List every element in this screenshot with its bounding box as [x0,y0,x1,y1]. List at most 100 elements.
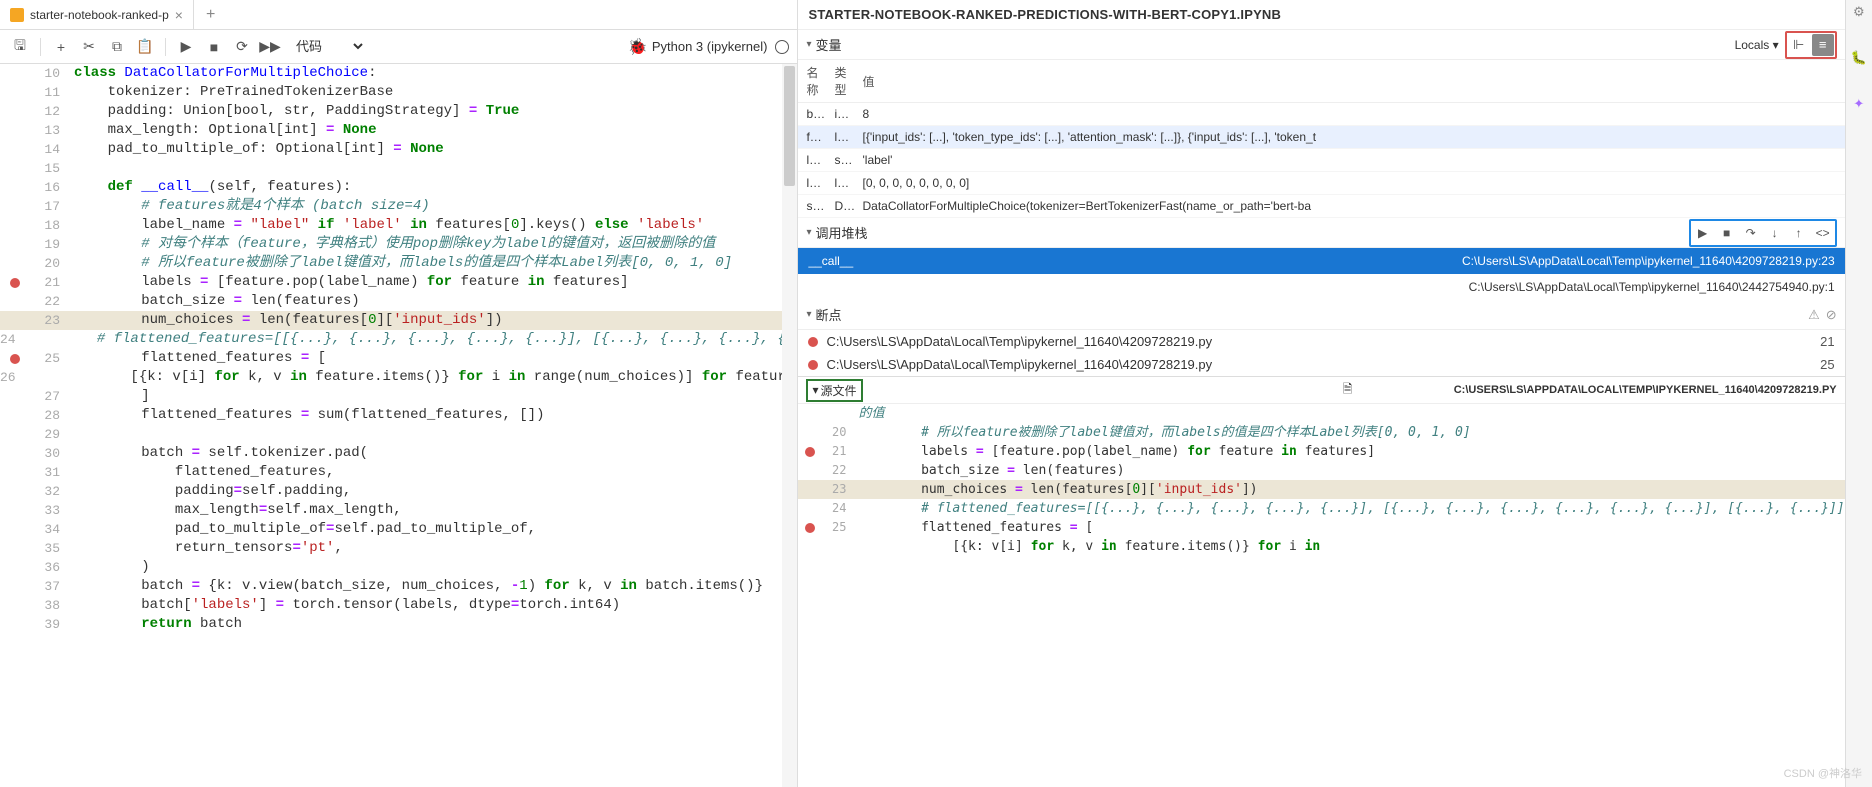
breakpoint-icon[interactable] [805,447,815,457]
callstack-frame[interactable]: __call__C:\Users\LS\AppData\Local\Temp\i… [798,248,1844,274]
code-line[interactable]: 33 max_length=self.max_length, [0,501,797,520]
file-icon: 🗎 [1343,380,1353,401]
code-line[interactable]: 25 flattened_features = [ [0,349,797,368]
run-button[interactable]: ▶ [174,35,198,59]
breakpoint-icon[interactable] [10,354,20,364]
code-line[interactable]: 10class DataCollatorForMultipleChoice: [0,64,797,83]
add-cell-button[interactable]: + [49,35,73,59]
variable-row[interactable]: selfDataCollaDataCollatorForMultipleChoi… [798,195,1844,218]
scope-select[interactable]: Locals ▾ [1735,38,1779,52]
code-line[interactable]: 24 # flattened_features=[[{...}, {...}, … [0,330,797,349]
continue-button[interactable]: ▶ [1692,222,1714,244]
breakpoint-icon[interactable] [805,523,815,533]
code-line[interactable]: 18 label_name = "label" if 'label' in fe… [0,216,797,235]
code-line[interactable]: 29 [0,425,797,444]
source-label[interactable]: ▾ 源文件 [806,379,862,402]
variables-header[interactable]: ▾ 变量 Locals ▾ ⊩ ≡ [798,30,1844,60]
notebook-icon [10,8,24,22]
source-line[interactable]: 25 flattened_features = [ [798,518,1844,537]
code-line[interactable]: 32 padding=self.padding, [0,482,797,501]
variable-row[interactable]: featureslist[{'input_ids': [...], 'token… [798,126,1844,149]
bug-icon[interactable]: 🐛 [1851,50,1867,66]
callstack-frame[interactable]: C:\Users\LS\AppData\Local\Temp\ipykernel… [798,274,1844,300]
code-line[interactable]: 23 num_choices = len(features[0]['input_… [0,311,797,330]
terminate-button[interactable]: ■ [1716,222,1738,244]
code-line[interactable]: 11 tokenizer: PreTrainedTokenizerBase [0,83,797,102]
code-line[interactable]: 20 # 所以feature被删除了label键值对，而labels的值是四个样… [0,254,797,273]
notebook-tab[interactable]: starter-notebook-ranked-p × [0,0,194,29]
restart-button[interactable]: ⟳ [230,35,254,59]
scrollbar[interactable] [782,64,797,787]
code-line[interactable]: 34 pad_to_multiple_of=self.pad_to_multip… [0,520,797,539]
code-editor[interactable]: 10class DataCollatorForMultipleChoice:11… [0,64,797,787]
breakpoint-row[interactable]: C:\Users\LS\AppData\Local\Temp\ipykernel… [798,353,1844,376]
variable-row[interactable]: labelslist[0, 0, 0, 0, 0, 0, 0, 0] [798,172,1844,195]
source-line[interactable]: 23 num_choices = len(features[0]['input_… [798,480,1844,499]
code-line[interactable]: 39 return batch [0,615,797,634]
warning-icon[interactable]: ⚠ [1808,307,1820,323]
code-line[interactable]: 15 [0,159,797,178]
save-button[interactable]: 🖫 [8,35,32,59]
col-type: 类型 [826,60,854,103]
step-over-button[interactable]: ↷ [1740,222,1762,244]
callstack-list: __call__C:\Users\LS\AppData\Local\Temp\i… [798,248,1844,300]
stop-button[interactable]: ■ [202,35,226,59]
breakpoint-icon [808,360,818,370]
source-line[interactable]: 的值 [798,404,1844,423]
col-value: 值 [854,60,1844,103]
debug-controls: ▶ ■ ↷ ↓ ↑ <> [1689,219,1837,247]
source-viewer[interactable]: 的值20 # 所以feature被删除了label键值对，而labels的值是四… [798,404,1844,787]
copy-button[interactable]: ⧉ [105,35,129,59]
code-line[interactable]: 14 pad_to_multiple_of: Optional[int] = N… [0,140,797,159]
new-tab-button[interactable]: + [194,6,227,24]
code-line[interactable]: 12 padding: Union[bool, str, PaddingStra… [0,102,797,121]
source-line[interactable]: 20 # 所以feature被删除了label键值对，而labels的值是四个样… [798,423,1844,442]
fast-forward-button[interactable]: ▶▶ [258,35,282,59]
paste-button[interactable]: 📋 [133,35,157,59]
code-line[interactable]: 31 flattened_features, [0,463,797,482]
sparkle-icon[interactable]: ✦ [1853,96,1864,112]
code-line[interactable]: 13 max_length: Optional[int] = None [0,121,797,140]
code-line[interactable]: 27 ] [0,387,797,406]
source-line[interactable]: 22 batch_size = len(features) [798,461,1844,480]
tab-title: starter-notebook-ranked-p [30,8,169,22]
settings-icon[interactable]: ⚙ [1853,4,1865,20]
code-line[interactable]: 22 batch_size = len(features) [0,292,797,311]
code-line[interactable]: 26 [{k: v[i] for k, v in feature.items()… [0,368,797,387]
breakpoint-icon[interactable] [10,278,20,288]
code-line[interactable]: 19 # 对每个样本（feature，字典格式）使用pop删除key为label… [0,235,797,254]
code-line[interactable]: 35 return_tensors='pt', [0,539,797,558]
code-line[interactable]: 30 batch = self.tokenizer.pad( [0,444,797,463]
table-view-button[interactable]: ≡ [1812,34,1834,56]
chevron-down-icon: ▾ [806,39,811,50]
code-line[interactable]: 16 def __call__(self, features): [0,178,797,197]
editor-panel: starter-notebook-ranked-p × + 🖫 + ✂ ⧉ 📋 … [0,0,798,787]
bug-icon[interactable]: 🐞 [628,37,648,57]
variable-row[interactable]: batch_sizeint8 [798,103,1844,126]
step-out-button[interactable]: ↑ [1788,222,1810,244]
step-in-button[interactable]: ↓ [1764,222,1786,244]
source-line[interactable]: 21 labels = [feature.pop(label_name) for… [798,442,1844,461]
debug-title: STARTER-NOTEBOOK-RANKED-PREDICTIONS-WITH… [798,0,1844,30]
code-line[interactable]: 38 batch['labels'] = torch.tensor(labels… [0,596,797,615]
cell-type-select[interactable]: 代码 [286,36,366,57]
source-line[interactable]: [{k: v[i] for k, v in feature.items()} f… [798,537,1844,556]
code-line[interactable]: 21 labels = [feature.pop(label_name) for… [0,273,797,292]
callstack-header[interactable]: ▾ 调用堆栈 ▶ ■ ↷ ↓ ↑ <> [798,218,1844,248]
evaluate-button[interactable]: <> [1812,222,1834,244]
breakpoint-row[interactable]: C:\Users\LS\AppData\Local\Temp\ipykernel… [798,330,1844,353]
kernel-indicator[interactable]: Python 3 (ipykernel) [652,39,790,54]
breakpoints-header[interactable]: ▾ 断点 ⚠ ⊘ [798,300,1844,330]
source-line[interactable]: 24 # flattened_features=[[{...}, {...}, … [798,499,1844,518]
cut-button[interactable]: ✂ [77,35,101,59]
circle-icon[interactable]: ⊘ [1826,307,1837,323]
code-line[interactable]: 37 batch = {k: v.view(batch_size, num_ch… [0,577,797,596]
variable-row[interactable]: label_namstr'label' [798,149,1844,172]
code-line[interactable]: 28 flattened_features = sum(flattened_fe… [0,406,797,425]
close-icon[interactable]: × [175,7,183,23]
code-line[interactable]: 36 ) [0,558,797,577]
chevron-down-icon: ▾ [812,383,818,397]
tree-view-button[interactable]: ⊩ [1788,34,1810,56]
code-line[interactable]: 17 # features就是4个样本 (batch size=4) [0,197,797,216]
variables-table: 名称 类型 值 batch_sizeint8featureslist[{'inp… [798,60,1844,218]
